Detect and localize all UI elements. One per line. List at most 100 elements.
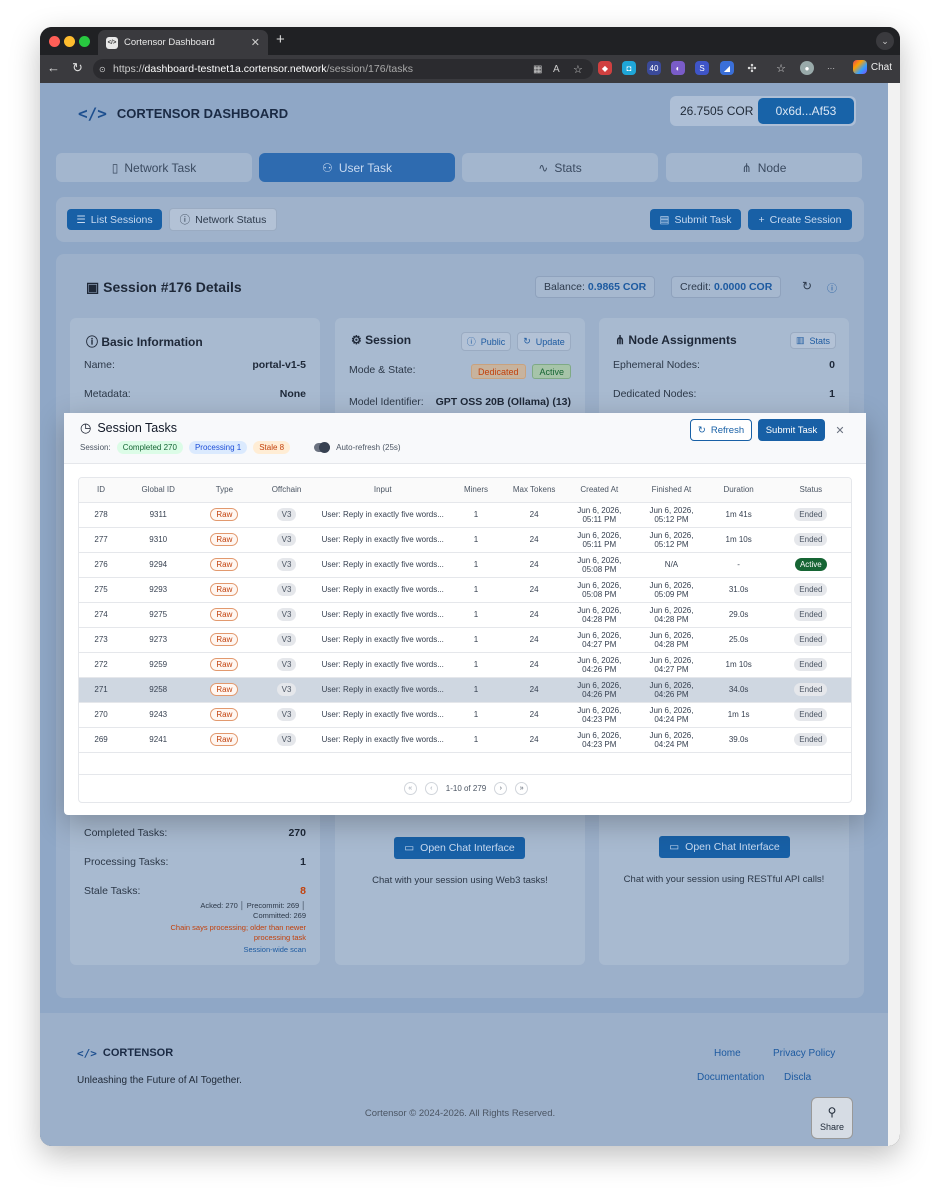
- close-window-button[interactable]: [49, 36, 60, 47]
- scrollbar[interactable]: [888, 83, 900, 1146]
- open-chat-rest-button[interactable]: ▭ Open Chat Interface: [659, 836, 790, 858]
- share-button[interactable]: ⚲ Share: [811, 1097, 853, 1139]
- close-tab-icon[interactable]: ✕: [251, 36, 260, 49]
- finished-time: 04:24 PM: [654, 739, 689, 749]
- table-cell: 9310: [123, 527, 194, 553]
- table-row[interactable]: 271 9258 Raw V3 User: Reply in exactly five …: [79, 677, 851, 703]
- table-row[interactable]: 270 9243 Raw V3 User: Reply in exactly five …: [79, 702, 851, 728]
- back-arrow-icon[interactable]: ←: [47, 60, 60, 75]
- table-row[interactable]: 278 9311 Raw V3 User: Reply in exactly five …: [79, 502, 851, 528]
- site-title[interactable]: CORTENSOR DASHBOARD: [117, 106, 288, 121]
- close-icon[interactable]: ✕: [830, 419, 850, 441]
- extension-icon[interactable]: ◐: [671, 61, 685, 75]
- favorite-star-icon[interactable]: ☆: [573, 63, 583, 76]
- public-button[interactable]: ⓘ Public: [461, 332, 511, 351]
- logo-code-icon[interactable]: </>: [78, 104, 107, 123]
- prev-page-icon[interactable]: ‹: [424, 782, 438, 795]
- new-tab-icon[interactable]: +: [276, 31, 285, 48]
- finished-time: 04:28 PM: [654, 614, 689, 624]
- gear-icon: ⚙: [351, 333, 366, 347]
- card-title-text: Basic Information: [101, 335, 203, 349]
- name-row: Name: portal-v1-5: [84, 359, 306, 371]
- global-id: 9311: [149, 510, 167, 519]
- first-page-icon[interactable]: «: [403, 782, 417, 795]
- table-row[interactable]: 276 9294 Raw V3 User: Reply in exactly five …: [79, 552, 851, 578]
- session-credit-pill: Credit: 0.0000 COR: [671, 276, 782, 298]
- duration: 1m 10s: [725, 660, 752, 669]
- table-cell: 24: [504, 727, 565, 753]
- created-date: Jun 6, 2026,: [577, 555, 622, 565]
- footer-link-docs[interactable]: Documentation: [697, 1072, 764, 1083]
- extension-icon[interactable]: ◆: [598, 61, 612, 75]
- list-sessions-button[interactable]: ☰ List Sessions: [67, 209, 162, 230]
- table-cell: 9293: [123, 577, 194, 603]
- table-row[interactable]: 274 9275 Raw V3 User: Reply in exactly five …: [79, 602, 851, 628]
- miners-count: 1: [473, 585, 479, 594]
- tab-user-task[interactable]: ⚇ User Task: [259, 153, 455, 182]
- minimize-window-button[interactable]: [64, 36, 75, 47]
- create-session-button[interactable]: + Create Session: [748, 209, 852, 230]
- status-badge: Ended: [794, 708, 828, 721]
- miners-count: 1: [473, 510, 479, 519]
- table-cell: Ended: [768, 652, 851, 678]
- reload-icon[interactable]: ↻: [72, 60, 83, 76]
- wallet-address-button[interactable]: 0x6d...Af53: [758, 98, 854, 124]
- tab-stats[interactable]: ∿ Stats: [462, 153, 658, 182]
- extension-badge-icon[interactable]: 40: [647, 61, 661, 75]
- footer-link-home[interactable]: Home: [714, 1048, 741, 1059]
- more-icon[interactable]: ···: [824, 61, 838, 75]
- footer-link-privacy[interactable]: Privacy Policy: [773, 1048, 835, 1059]
- dedicated-row: Dedicated Nodes: 1: [613, 388, 835, 400]
- table-cell: Jun 6, 2026, 04:26 PM: [564, 677, 635, 703]
- maximize-window-button[interactable]: [79, 36, 90, 47]
- tab-node[interactable]: ⋔ Node: [666, 153, 862, 182]
- table-cell: Raw: [193, 677, 256, 703]
- auto-refresh-toggle[interactable]: [314, 442, 331, 453]
- reader-icon[interactable]: ▦: [533, 64, 542, 75]
- table-cell: Raw: [193, 652, 256, 678]
- global-id: 9259: [149, 660, 168, 669]
- tab-list-chevron-icon[interactable]: ⌄: [876, 32, 894, 50]
- table-cell: Ended: [768, 602, 851, 628]
- puzzle-icon[interactable]: ✣: [745, 61, 759, 75]
- copilot-chat-button[interactable]: Chat: [852, 60, 892, 74]
- favorites-icon[interactable]: ☆: [774, 61, 788, 75]
- stats-button[interactable]: ▥ Stats: [790, 332, 836, 349]
- network-status-button[interactable]: ⓘ Network Status: [169, 208, 277, 231]
- table-row[interactable]: 275 9293 Raw V3 User: Reply in exactly five …: [79, 577, 851, 603]
- help-icon[interactable]: ⓘ: [827, 280, 837, 295]
- open-chat-web3-button[interactable]: ▭ Open Chat Interface: [394, 837, 525, 859]
- table-row[interactable]: 272 9259 Raw V3 User: Reply in exactly five …: [79, 652, 851, 678]
- task-id: 278: [94, 510, 108, 519]
- extension-icon[interactable]: ◘: [622, 61, 636, 75]
- table-row[interactable]: 277 9310 Raw V3 User: Reply in exactly five …: [79, 527, 851, 553]
- dedicated-label: Dedicated Nodes:: [613, 388, 697, 400]
- update-button[interactable]: ↻ Update: [517, 332, 571, 351]
- global-id: 9273: [149, 635, 168, 644]
- info-icon: ⓘ: [179, 214, 191, 226]
- table-cell: 1: [447, 702, 505, 728]
- footer-logo[interactable]: </> CORTENSOR: [77, 1047, 173, 1060]
- browser-tab[interactable]: </> Cortensor Dashboard ✕: [98, 30, 268, 55]
- table-row[interactable]: 269 9241 Raw V3 User: Reply in exactly five …: [79, 727, 851, 753]
- max-tokens: 24: [529, 510, 539, 519]
- avatar[interactable]: ●: [800, 61, 814, 75]
- finished-date: Jun 6, 2026,: [649, 705, 694, 715]
- tab-network-task[interactable]: ▯ Network Task: [56, 153, 252, 182]
- refresh-icon[interactable]: ↻: [802, 279, 812, 293]
- completed-label: Completed Tasks:: [84, 827, 168, 839]
- modal-submit-task-button[interactable]: Submit Task: [758, 419, 825, 441]
- table-cell: V3: [255, 577, 318, 603]
- extension-icon[interactable]: S: [695, 61, 709, 75]
- footer-link-disclaimer[interactable]: Discla: [784, 1072, 811, 1083]
- submit-task-button[interactable]: ▤ Submit Task: [650, 209, 741, 230]
- extension-icon[interactable]: ◢: [720, 61, 734, 75]
- table-row[interactable]: 273 9273 Raw V3 User: Reply in exactly five …: [79, 627, 851, 653]
- read-aloud-icon[interactable]: A: [553, 64, 560, 75]
- global-id: 9243: [149, 710, 168, 719]
- next-page-icon[interactable]: ›: [494, 782, 508, 795]
- last-page-icon[interactable]: »: [515, 782, 529, 795]
- finished-date: Jun 6, 2026,: [649, 730, 694, 740]
- url-field[interactable]: ⊙ https://dashboard-testnet1a.cortensor.…: [93, 59, 593, 79]
- refresh-button[interactable]: ↻ Refresh: [690, 419, 752, 441]
